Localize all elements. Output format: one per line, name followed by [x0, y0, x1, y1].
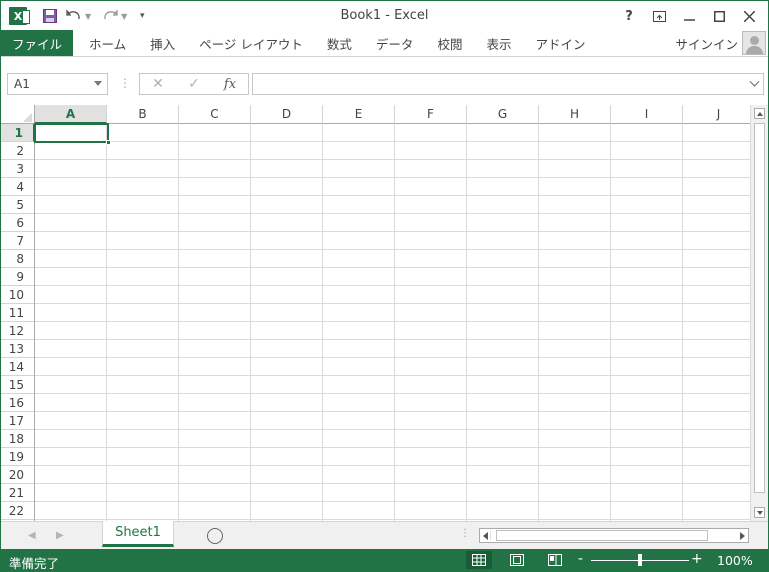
column-header[interactable]: E — [323, 105, 395, 124]
sheet-tab[interactable]: Sheet1 — [102, 521, 174, 547]
row-header[interactable]: 8 — [1, 250, 34, 268]
horizontal-scrollbar[interactable] — [479, 528, 749, 543]
cells-area[interactable] — [35, 124, 750, 521]
vertical-scrollbar[interactable] — [750, 105, 768, 521]
tab-review[interactable]: 校閲 — [425, 30, 474, 56]
row-header[interactable]: 12 — [1, 322, 34, 340]
row-header[interactable]: 10 — [1, 286, 34, 304]
avatar[interactable] — [742, 31, 766, 55]
horizontal-scroll-thumb[interactable] — [496, 530, 708, 541]
zoom-in-button[interactable]: + — [691, 551, 703, 567]
enter-icon[interactable]: ✓ — [176, 74, 212, 94]
row-header[interactable]: 2 — [1, 142, 34, 160]
column-header[interactable]: C — [179, 105, 251, 124]
column-header[interactable]: F — [395, 105, 467, 124]
row-header[interactable]: 18 — [1, 430, 34, 448]
tab-insert[interactable]: 挿入 — [138, 30, 187, 56]
help-button[interactable]: ? — [616, 5, 642, 27]
tab-home[interactable]: ホーム — [77, 30, 138, 56]
insert-function-button[interactable]: fx — [212, 74, 248, 94]
restore-ribbon-icon[interactable] — [646, 5, 672, 27]
tab-data[interactable]: データ — [364, 30, 426, 56]
row-header[interactable]: 11 — [1, 304, 34, 322]
row-header[interactable]: 4 — [1, 178, 34, 196]
sheet-tabs-bar: ◀ ▶ Sheet1 ⊕ ⋮ — [1, 521, 768, 549]
cancel-icon[interactable]: ✕ — [140, 74, 176, 94]
ribbon: ファイル ホーム 挿入 ページ レイアウト 数式 データ 校閲 表示 アドイン … — [1, 30, 768, 56]
excel-window: X ▼ ▼ ▾ Book1 - Excel ? ファイル ホーム 挿入 ページ … — [0, 0, 769, 572]
normal-view-icon[interactable] — [466, 551, 492, 569]
scroll-right-icon[interactable] — [737, 531, 746, 540]
formula-bar: A1 ⋮ ✕ ✓ fx — [1, 57, 768, 105]
sheet-nav-left-icon[interactable]: ◀ — [28, 530, 36, 541]
window-controls: ? — [616, 5, 762, 27]
zoom-slider-thumb[interactable] — [638, 554, 642, 566]
signin-link[interactable]: サインイン — [675, 30, 738, 56]
tab-file[interactable]: ファイル — [1, 30, 74, 56]
ribbon-tabs: ファイル ホーム 挿入 ページ レイアウト 数式 データ 校閲 表示 アドイン — [1, 30, 597, 56]
tab-addins[interactable]: アドイン — [523, 30, 597, 56]
active-cell[interactable] — [34, 123, 111, 145]
tab-formulas[interactable]: 数式 — [315, 30, 364, 56]
column-header[interactable]: D — [251, 105, 323, 124]
status-bar: 準備完了 - + 100% — [1, 549, 768, 571]
row-header[interactable]: 9 — [1, 268, 34, 286]
formula-input[interactable] — [252, 73, 764, 95]
add-sheet-button[interactable]: ⊕ — [207, 528, 223, 544]
name-box[interactable]: A1 — [7, 73, 108, 95]
column-headers: ABCDEFGHIJ — [1, 105, 755, 124]
tab-split-handle-icon[interactable]: ⋮ — [460, 528, 470, 539]
scroll-down-icon[interactable] — [754, 507, 765, 518]
fill-handle[interactable] — [106, 140, 111, 145]
column-header[interactable]: G — [467, 105, 539, 124]
row-header[interactable]: 5 — [1, 196, 34, 214]
vertical-scroll-thumb[interactable] — [754, 123, 765, 493]
select-all-button[interactable] — [1, 105, 35, 124]
maximize-icon[interactable] — [706, 5, 732, 27]
column-header[interactable]: B — [107, 105, 179, 124]
row-header[interactable]: 6 — [1, 214, 34, 232]
tab-view[interactable]: 表示 — [474, 30, 523, 56]
row-header[interactable]: 13 — [1, 340, 34, 358]
column-header[interactable]: A — [35, 105, 107, 124]
chevron-down-icon[interactable] — [94, 81, 102, 86]
page-break-preview-icon[interactable] — [542, 551, 568, 569]
row-header[interactable]: 3 — [1, 160, 34, 178]
status-text: 準備完了 — [9, 556, 60, 571]
page-layout-view-icon[interactable] — [504, 551, 530, 569]
row-header[interactable]: 17 — [1, 412, 34, 430]
row-header[interactable]: 15 — [1, 376, 34, 394]
scroll-left-icon[interactable] — [482, 531, 491, 540]
zoom-out-button[interactable]: - — [578, 551, 583, 567]
row-headers: 1 2 3 4 5 6 7 8 9 10 11 12 13 14 15 16 17 18 19 20 21 22 — [1, 124, 35, 521]
minimize-icon[interactable] — [676, 5, 702, 27]
column-header[interactable]: J — [683, 105, 755, 124]
row-header[interactable]: 22 — [1, 502, 34, 520]
row-header[interactable]: 7 — [1, 232, 34, 250]
zoom-level[interactable]: 100% — [717, 553, 753, 568]
formula-buttons: ✕ ✓ fx — [139, 73, 249, 95]
name-box-value: A1 — [14, 77, 30, 91]
tab-page-layout[interactable]: ページ レイアウト — [187, 30, 315, 56]
expand-formula-bar-icon[interactable] — [749, 76, 760, 87]
worksheet-grid: ABCDEFGHIJ 1 2 3 4 5 6 7 8 9 10 11 12 13 14 15 16 17 18 19… — [1, 105, 768, 521]
row-header[interactable]: 14 — [1, 358, 34, 376]
column-header[interactable]: I — [611, 105, 683, 124]
title-bar: X ▼ ▼ ▾ Book1 - Excel ? — [1, 1, 768, 31]
close-icon[interactable] — [736, 5, 762, 27]
column-header[interactable]: H — [539, 105, 611, 124]
formula-bar-grip-icon[interactable]: ⋮ — [119, 76, 132, 90]
row-header[interactable]: 16 — [1, 394, 34, 412]
row-header[interactable]: 20 — [1, 466, 34, 484]
row-header[interactable]: 1 — [1, 124, 35, 142]
row-header[interactable]: 21 — [1, 484, 34, 502]
sheet-nav-right-icon[interactable]: ▶ — [56, 530, 64, 541]
row-header[interactable]: 19 — [1, 448, 34, 466]
scroll-up-icon[interactable] — [754, 108, 765, 119]
